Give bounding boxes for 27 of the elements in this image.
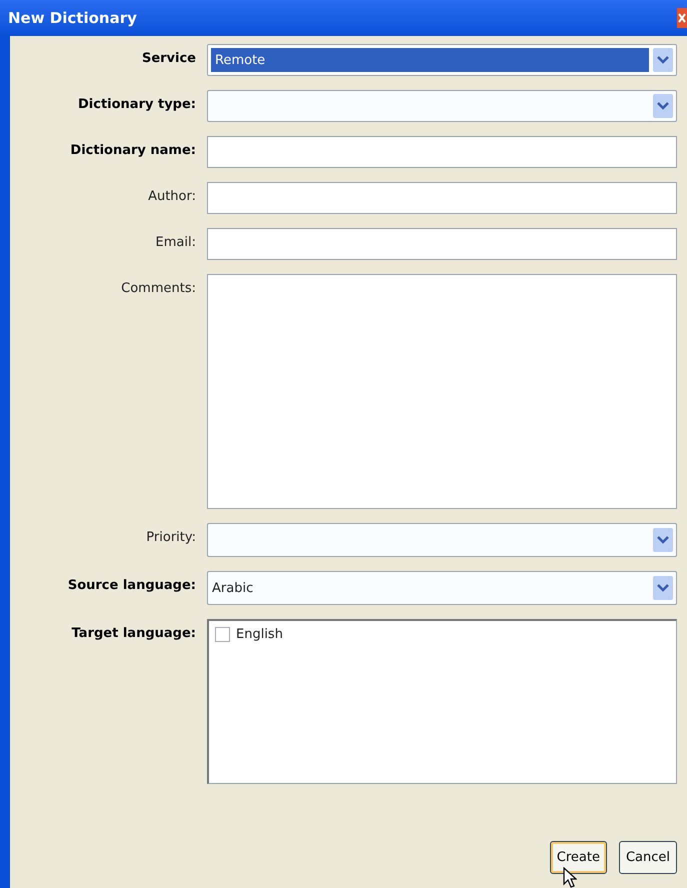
input-field[interactable] bbox=[207, 228, 677, 260]
field-label: Comments: bbox=[120, 280, 196, 298]
dropdown[interactable] bbox=[207, 523, 677, 557]
field-label: Source language: bbox=[66, 577, 196, 595]
dropdown[interactable]: Remote bbox=[207, 44, 677, 76]
chevron-down-icon[interactable] bbox=[653, 576, 673, 600]
cursor-icon bbox=[563, 867, 577, 888]
field-label: Dictionary type: bbox=[76, 96, 196, 114]
field-label: Priority: bbox=[145, 529, 196, 547]
close-icon[interactable] bbox=[677, 8, 687, 28]
option-label[interactable]: English bbox=[236, 627, 283, 642]
input-field[interactable] bbox=[207, 182, 677, 214]
dropdown[interactable]: Arabic bbox=[207, 571, 677, 605]
chevron-down-icon[interactable] bbox=[653, 48, 673, 72]
dropdown[interactable] bbox=[207, 90, 677, 122]
window-title: New Dictionary bbox=[8, 9, 137, 27]
field-label: Service bbox=[140, 50, 196, 68]
field-label: Email: bbox=[154, 234, 196, 252]
dialog-button[interactable]: Create bbox=[550, 841, 607, 874]
field-label: Author: bbox=[147, 188, 196, 206]
field-label: Target language: bbox=[70, 625, 196, 643]
field-label: Dictionary name: bbox=[69, 142, 196, 160]
checkbox[interactable] bbox=[215, 627, 230, 642]
dialog-button[interactable]: Cancel bbox=[618, 841, 677, 874]
chevron-down-icon[interactable] bbox=[653, 528, 673, 552]
chevron-down-icon[interactable] bbox=[653, 94, 673, 118]
input-field[interactable] bbox=[207, 136, 677, 168]
